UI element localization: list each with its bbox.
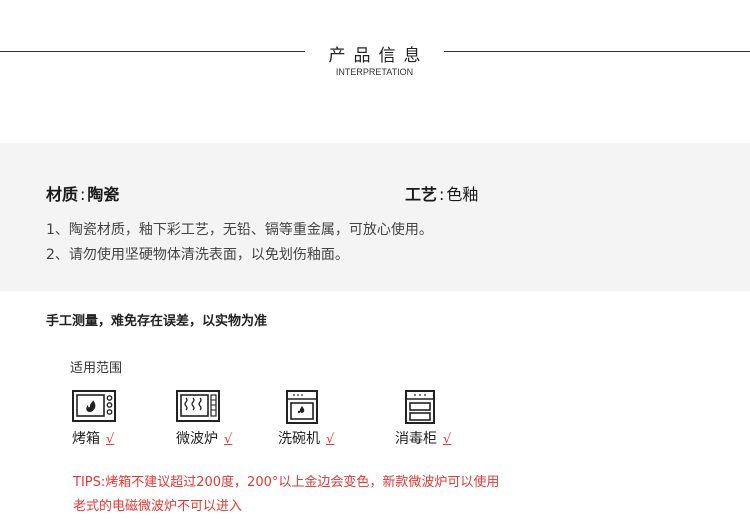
- material-row: 材质: 陶瓷: [46, 185, 120, 204]
- microwave-icon: [176, 390, 220, 422]
- care-note-1: 1、陶瓷材质，釉下彩工艺，无铅、镉等重金属，可放心使用。: [46, 222, 433, 238]
- material-value: 陶瓷: [87, 185, 120, 204]
- check-mark: √: [326, 432, 335, 447]
- material-label: 材质: [46, 185, 79, 204]
- check-mark: √: [443, 432, 452, 447]
- appliance-dishwasher: 洗碗机 √: [278, 390, 334, 447]
- tips-line-1: TIPS:烤箱不建议超过200度，200°以上金边会变色，新款微波炉可以使用: [73, 475, 500, 490]
- oven-icon: [72, 390, 116, 422]
- check-mark: √: [106, 432, 115, 447]
- product-info-band: 材质: 陶瓷 工艺: 色釉 1、陶瓷材质，釉下彩工艺，无铅、镉等重金属，可放心使用。…: [0, 143, 750, 291]
- appliance-microwave: 微波炉 √: [176, 390, 232, 447]
- usage-scope-title: 适用范围: [70, 361, 123, 376]
- appliance-sterilizer-cabinet: 消毒柜 √: [395, 390, 451, 447]
- dishwasher-icon: [286, 390, 318, 424]
- appliance-label: 烤箱: [72, 431, 100, 447]
- header-line-right: [444, 51, 750, 52]
- tips-line-2: 老式的电磁微波炉不可以进入: [73, 499, 243, 514]
- appliance-oven: 烤箱 √: [72, 390, 116, 447]
- check-mark: √: [224, 432, 233, 447]
- appliance-label: 洗碗机: [278, 431, 320, 447]
- sterilizer-cabinet-icon: [405, 390, 435, 424]
- craft-row: 工艺: 色釉: [405, 185, 479, 204]
- appliance-label: 消毒柜: [395, 431, 437, 447]
- appliance-label: 微波炉: [176, 431, 218, 447]
- measurement-note: 手工测量，难免存在误差，以实物为准: [46, 314, 268, 329]
- craft-value: 色釉: [446, 185, 479, 204]
- section-subtitle: INTERPRETATION: [335, 67, 414, 77]
- care-note-2: 2、请勿使用坚硬物体清洗表面，以免划伤釉面。: [46, 247, 349, 263]
- craft-label: 工艺: [405, 185, 438, 204]
- section-title: 产品信息: [328, 46, 429, 66]
- header-line-left: [0, 51, 305, 52]
- section-header: 产品信息 INTERPRETATION: [0, 38, 750, 88]
